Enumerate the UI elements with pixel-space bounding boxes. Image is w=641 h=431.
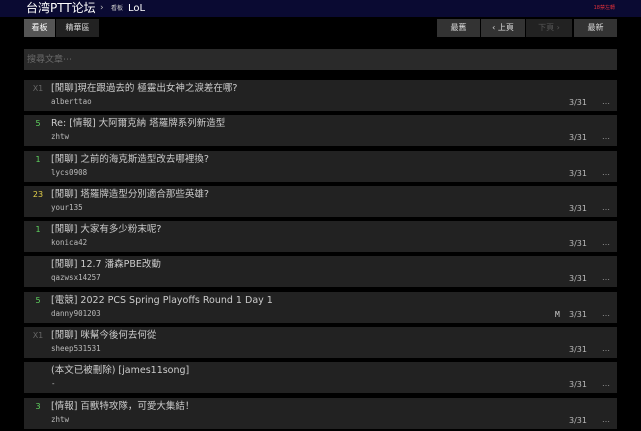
more-options-icon[interactable]: …	[602, 168, 610, 177]
more-options-icon[interactable]: …	[602, 415, 610, 424]
more-options-icon[interactable]: …	[602, 132, 610, 141]
post-date: 3/31	[569, 133, 587, 143]
post-author: sheep531531	[51, 344, 101, 354]
post-date: 3/31	[569, 274, 587, 284]
post-title-link[interactable]: [情報] 百獸特攻隊，可愛大集結！	[51, 401, 194, 413]
push-count: 5	[35, 295, 41, 305]
post-row[interactable]: X1 [閒聊] 咪幫今後何去何從 sheep531531 3/31 …	[24, 327, 617, 359]
post-title-link[interactable]: [閒聊]現在跟過去的 極靈出女神之淚差在哪?	[51, 83, 237, 95]
post-author: zhtw	[51, 132, 70, 142]
search-input[interactable]	[24, 49, 617, 70]
post-row[interactable]: (本文已被刪除) [james11song] - 3/31 …	[24, 362, 617, 394]
oldest-page-button[interactable]: 最舊	[437, 19, 480, 37]
post-date: 3/31	[569, 203, 587, 213]
push-count: X1	[32, 331, 44, 341]
post-title-link[interactable]: [閒聊] 大家有多少粉末呢?	[51, 224, 161, 236]
adult-board-link[interactable]: 18禁左轉	[594, 0, 615, 17]
post-title-link[interactable]: [閒聊] 咪幫今後何去何從	[51, 330, 156, 342]
more-options-icon[interactable]: …	[602, 344, 610, 353]
push-count: 3	[35, 401, 41, 411]
post-row[interactable]: 5 Re: [情報] 大阿爾克納 塔羅牌系列新造型 zhtw 3/31 …	[24, 115, 617, 147]
digest-tab[interactable]: 精華區	[56, 19, 99, 37]
board-tab[interactable]: 看板	[24, 19, 55, 37]
post-row[interactable]: 1 [閒聊] 大家有多少粉末呢? konica42 3/31 …	[24, 221, 617, 253]
more-options-icon[interactable]: …	[602, 273, 610, 282]
site-title-link[interactable]: 台湾PTT论坛	[26, 0, 96, 17]
board-name-link[interactable]: LoL	[128, 0, 145, 17]
post-date: 3/31	[569, 345, 587, 355]
newest-page-button[interactable]: 最新	[574, 19, 617, 37]
post-author: konica42	[51, 238, 88, 248]
post-author: alberttao	[51, 97, 92, 106]
post-title-link[interactable]: [閒聊] 塔羅牌造型分別適合那些英雄?	[51, 189, 209, 201]
more-options-icon[interactable]: …	[602, 203, 610, 212]
post-row[interactable]: 23 [閒聊] 塔羅牌造型分別適合那些英雄? your135 3/31 …	[24, 185, 617, 217]
post-mark: M	[555, 309, 560, 319]
post-row[interactable]: 3 [情報] 百獸特攻隊，可愛大集結！ zhtw 3/31 …	[24, 397, 617, 429]
post-title-link[interactable]: (本文已被刪除) [james11song]	[51, 365, 189, 377]
board-prefix-label: 看板	[111, 5, 124, 12]
more-options-icon[interactable]: …	[602, 97, 610, 106]
more-options-icon[interactable]: …	[602, 379, 610, 388]
post-author: -	[51, 379, 56, 389]
post-row[interactable]: [閒聊] 12.7 潘森PBE改動 qazwsx14257 3/31 …	[24, 256, 617, 288]
post-author: lycs0908	[51, 167, 88, 177]
next-page-button[interactable]: 下頁 ›	[526, 19, 572, 37]
post-row[interactable]: 5 [電競] 2022 PCS Spring Playoffs Round 1 …	[24, 291, 617, 323]
post-title-link[interactable]: [閒聊] 12.7 潘森PBE改動	[51, 259, 161, 271]
post-date: 3/31	[569, 380, 587, 390]
push-count: 5	[35, 119, 41, 129]
post-author: zhtw	[51, 414, 70, 424]
more-options-icon[interactable]: …	[602, 238, 610, 247]
post-date: 3/31	[569, 239, 587, 249]
post-title-link[interactable]: [閒聊] 之前的海克斯造型改去哪裡換?	[51, 154, 209, 166]
post-row[interactable]: 1 [閒聊] 之前的海克斯造型改去哪裡換? lycs0908 3/31 …	[24, 150, 617, 182]
more-options-icon[interactable]: …	[602, 309, 610, 318]
post-list: X1 [閒聊]現在跟過去的 極靈出女神之淚差在哪? alberttao 3/31…	[24, 80, 617, 431]
post-date: 3/31	[569, 98, 587, 107]
post-row[interactable]: X1 [閒聊]現在跟過去的 極靈出女神之淚差在哪? alberttao 3/31…	[24, 80, 617, 111]
post-date: 3/31	[569, 168, 587, 178]
post-date: 3/31	[569, 309, 587, 319]
post-date: 3/31	[569, 415, 587, 425]
push-count: 1	[35, 154, 41, 164]
post-author: your135	[51, 202, 83, 212]
push-count: 1	[35, 225, 41, 235]
push-count: 23	[32, 189, 44, 199]
post-author: danny901203	[51, 308, 101, 318]
top-bar: 台湾PTT论坛 › 看板 LoL 18禁左轉	[0, 0, 641, 17]
post-author: qazwsx14257	[51, 273, 101, 283]
post-title-link[interactable]: Re: [情報] 大阿爾克納 塔羅牌系列新造型	[51, 118, 225, 130]
post-title-link[interactable]: [電競] 2022 PCS Spring Playoffs Round 1 Da…	[51, 295, 273, 307]
breadcrumb-separator-icon: ›	[100, 3, 104, 13]
previous-page-button[interactable]: ‹ 上頁	[481, 19, 525, 37]
push-count: X1	[32, 84, 44, 93]
